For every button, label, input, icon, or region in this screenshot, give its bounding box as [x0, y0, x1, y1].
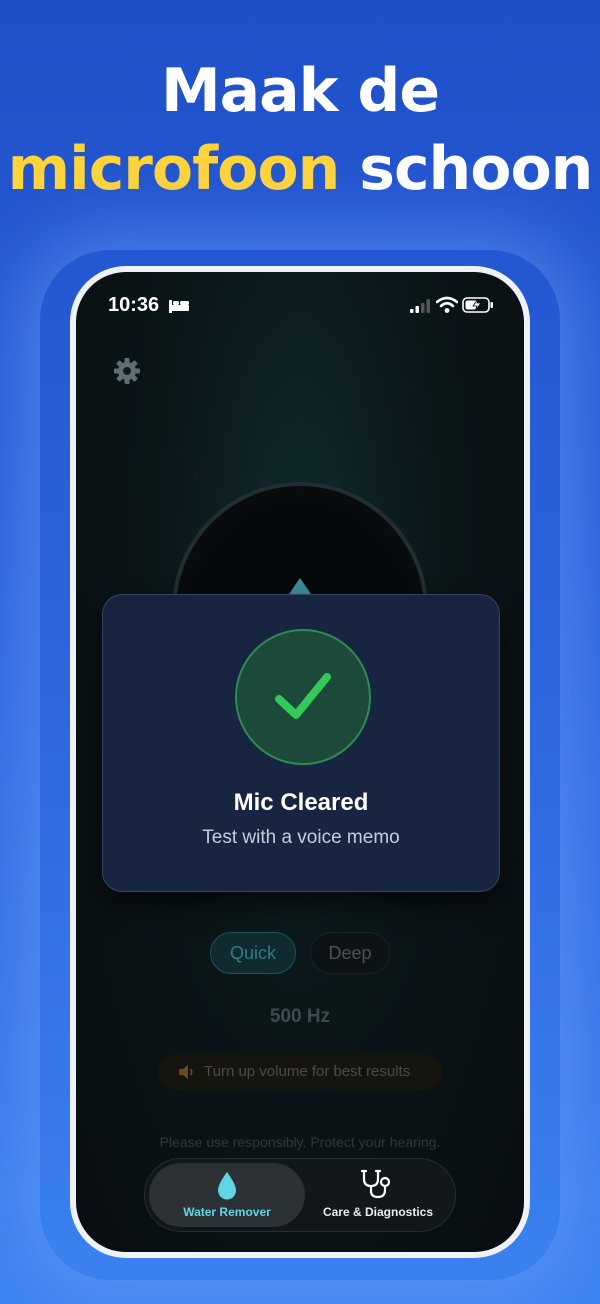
battery-charging-icon [462, 297, 493, 313]
signal-icon [410, 299, 430, 313]
wifi-icon [436, 296, 458, 313]
tab-label-care-diagnostics: Care & Diagnostics [322, 1205, 434, 1219]
status-bar: 10:36 [76, 294, 524, 318]
stethoscope-icon [360, 1169, 391, 1199]
bed-icon [169, 300, 189, 313]
tab-label-water-remover: Water Remover [183, 1205, 271, 1219]
tab-water-remover[interactable]: Water Remover [149, 1163, 305, 1227]
dialog-title: Mic Cleared [233, 789, 369, 816]
phone-frame: 10:36 Mic Cleared Test with a voice memo… [70, 266, 530, 1258]
disclaimer-text: Please use responsibly. Protect your hea… [159, 1134, 441, 1150]
headline-line2: microfoon schoon [0, 130, 600, 208]
app-screen: 10:36 Mic Cleared Test with a voice memo… [76, 272, 524, 1252]
water-drop-icon [218, 1172, 236, 1200]
status-time: 10:36 [108, 294, 160, 316]
gear-icon[interactable] [112, 356, 142, 386]
frequency-label: 500 Hz [269, 1006, 331, 1027]
tab-care-diagnostics[interactable]: Care & Diagnostics [305, 1163, 451, 1227]
headline: Maak de microfoon schoon [0, 52, 600, 208]
headline-rest: schoon [359, 134, 593, 204]
headline-line1: Maak de [160, 56, 440, 126]
success-badge [235, 629, 371, 765]
headline-highlight: microfoon [7, 134, 341, 204]
checkmark-icon [275, 673, 331, 719]
mode-deep-button[interactable]: Deep [310, 932, 390, 974]
volume-hint: Turn up volume for best results [158, 1054, 442, 1090]
mode-quick-button[interactable]: Quick [210, 932, 296, 974]
volume-hint-text: Turn up volume for best results [204, 1063, 411, 1080]
speaker-icon [179, 1065, 193, 1079]
success-dialog: Mic Cleared Test with a voice memo [102, 594, 500, 892]
dialog-subtitle: Test with a voice memo [202, 827, 400, 848]
tab-bar: Water Remover Care & Diagnostics [144, 1158, 456, 1232]
